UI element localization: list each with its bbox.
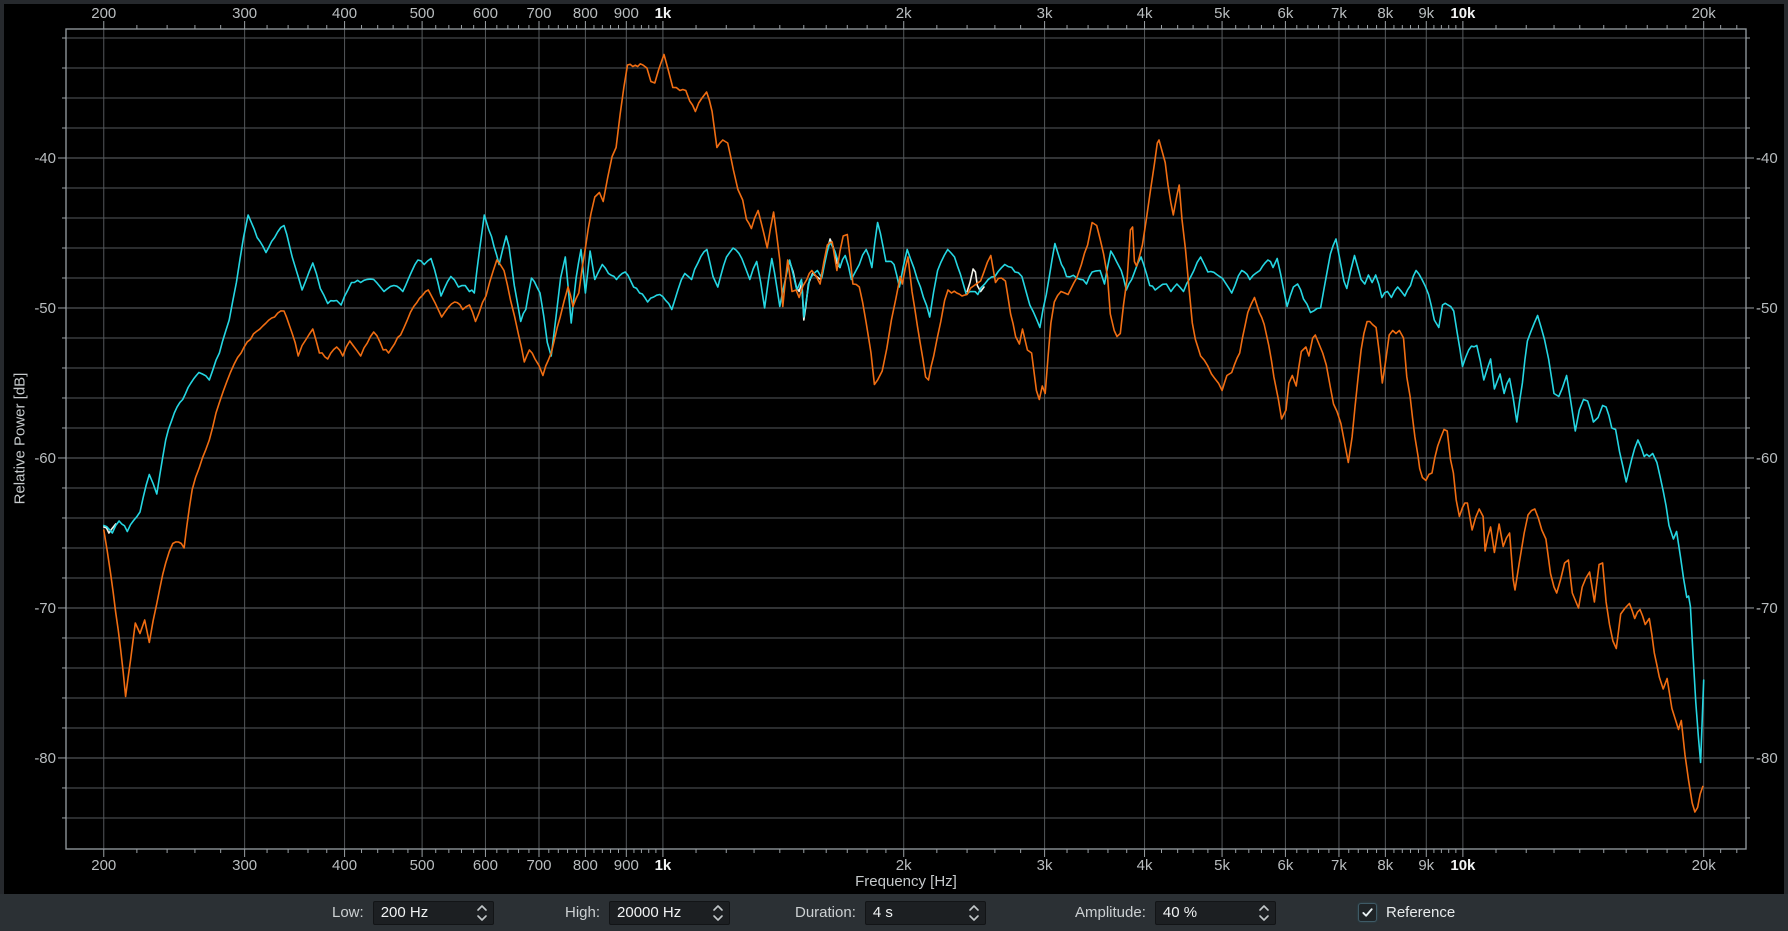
x-tick-label-top-4k: 4k: [1137, 5, 1153, 22]
y-tick-label-left--70: -70: [34, 600, 56, 617]
plot-region: 200 200 300 300 400 400 500 500 600 600 700 700 800 8…: [4, 4, 1784, 894]
low-value: 200 Hz: [380, 904, 429, 921]
duration-group: Duration: 4 s: [795, 894, 986, 931]
x-tick-label-top-800: 800: [573, 5, 598, 22]
x-tick-label-top-10k: 10k: [1450, 5, 1476, 22]
x-tick-label-top-7k: 7k: [1331, 5, 1347, 22]
y-tick-label-right--40: -40: [1756, 150, 1778, 167]
spinner-arrows-icon[interactable]: [471, 902, 493, 924]
x-tick-label-bottom-700: 700: [526, 857, 551, 874]
y-tick-label-left--50: -50: [34, 300, 56, 317]
x-tick-label-top-5k: 5k: [1214, 5, 1230, 22]
x-tick-label-bottom-900: 900: [614, 857, 639, 874]
high-frequency-group: High: 20000 Hz: [565, 894, 731, 931]
amplitude-group: Amplitude: 40 %: [1075, 894, 1276, 931]
x-tick-label-top-400: 400: [332, 5, 357, 22]
reference-checkbox[interactable]: [1358, 903, 1377, 922]
y-tick-label-right--60: -60: [1756, 450, 1778, 467]
y-tick-label-left--40: -40: [34, 150, 56, 167]
y-tick-label-left--60: -60: [34, 450, 56, 467]
x-tick-label-top-300: 300: [232, 5, 257, 22]
low-frequency-spinbox[interactable]: 200 Hz: [372, 900, 494, 925]
x-tick-label-top-20k: 20k: [1692, 5, 1717, 22]
x-tick-label-bottom-1k: 1k: [655, 857, 672, 874]
x-tick-label-top-8k: 8k: [1377, 5, 1393, 22]
y-tick-label-left--80: -80: [34, 750, 56, 767]
spectrum-plot[interactable]: 200 200 300 300 400 400 500 500 600 600 700 700 800 8…: [4, 4, 1784, 894]
x-tick-label-top-6k: 6k: [1277, 5, 1293, 22]
spinner-arrows-icon[interactable]: [1253, 902, 1275, 924]
x-tick-label-bottom-800: 800: [573, 857, 598, 874]
x-tick-label-bottom-9k: 9k: [1418, 857, 1434, 874]
x-tick-label-top-900: 900: [614, 5, 639, 22]
high-frequency-spinbox[interactable]: 20000 Hz: [609, 900, 731, 925]
x-tick-label-bottom-6k: 6k: [1277, 857, 1293, 874]
x-tick-label-bottom-300: 300: [232, 857, 257, 874]
x-tick-label-bottom-5k: 5k: [1214, 857, 1230, 874]
x-tick-label-bottom-400: 400: [332, 857, 357, 874]
y-tick-label-right--50: -50: [1756, 300, 1778, 317]
analyzer-window: 200 200 300 300 400 400 500 500 600 600 700 700 800 8…: [0, 0, 1788, 931]
x-tick-label-bottom-3k: 3k: [1037, 857, 1053, 874]
x-tick-label-top-3k: 3k: [1037, 5, 1053, 22]
x-tick-label-top-2k: 2k: [896, 5, 912, 22]
amplitude-spinbox[interactable]: 40 %: [1154, 900, 1276, 925]
x-tick-label-bottom-7k: 7k: [1331, 857, 1347, 874]
amplitude-label: Amplitude:: [1075, 904, 1146, 921]
duration-value: 4 s: [872, 904, 893, 921]
high-value: 20000 Hz: [617, 904, 682, 921]
x-tick-label-bottom-2k: 2k: [896, 857, 912, 874]
x-tick-label-bottom-200: 200: [91, 857, 116, 874]
x-tick-label-bottom-8k: 8k: [1377, 857, 1393, 874]
x-tick-label-top-1k: 1k: [655, 5, 672, 22]
x-tick-label-top-200: 200: [91, 5, 116, 22]
x-tick-label-bottom-500: 500: [410, 857, 435, 874]
x-tick-label-bottom-4k: 4k: [1137, 857, 1153, 874]
x-tick-label-top-500: 500: [410, 5, 435, 22]
x-tick-label-bottom-20k: 20k: [1692, 857, 1717, 874]
high-label: High:: [565, 904, 601, 921]
duration-spinbox[interactable]: 4 s: [864, 900, 986, 925]
x-tick-label-top-9k: 9k: [1418, 5, 1434, 22]
duration-label: Duration:: [795, 904, 856, 921]
low-frequency-group: Low: 200 Hz: [332, 894, 494, 931]
x-tick-label-top-600: 600: [473, 5, 498, 22]
plot-border: [65, 28, 1747, 850]
y-tick-label-right--80: -80: [1756, 750, 1778, 767]
spinner-arrows-icon[interactable]: [963, 902, 985, 924]
reference-label: Reference: [1386, 904, 1456, 921]
x-tick-label-bottom-600: 600: [473, 857, 498, 874]
low-label: Low:: [332, 904, 364, 921]
checkmark-icon: [1362, 908, 1373, 917]
x-tick-label-top-700: 700: [526, 5, 551, 22]
x-tick-label-bottom-10k: 10k: [1450, 857, 1476, 874]
y-tick-label-right--70: -70: [1756, 600, 1778, 617]
amplitude-value: 40 %: [1162, 904, 1198, 921]
spinner-arrows-icon[interactable]: [707, 902, 729, 924]
toolbar: Low: 200 Hz High: 20000 Hz Duration: 4 s: [0, 894, 1788, 931]
reference-group: Reference: [1358, 894, 1455, 931]
